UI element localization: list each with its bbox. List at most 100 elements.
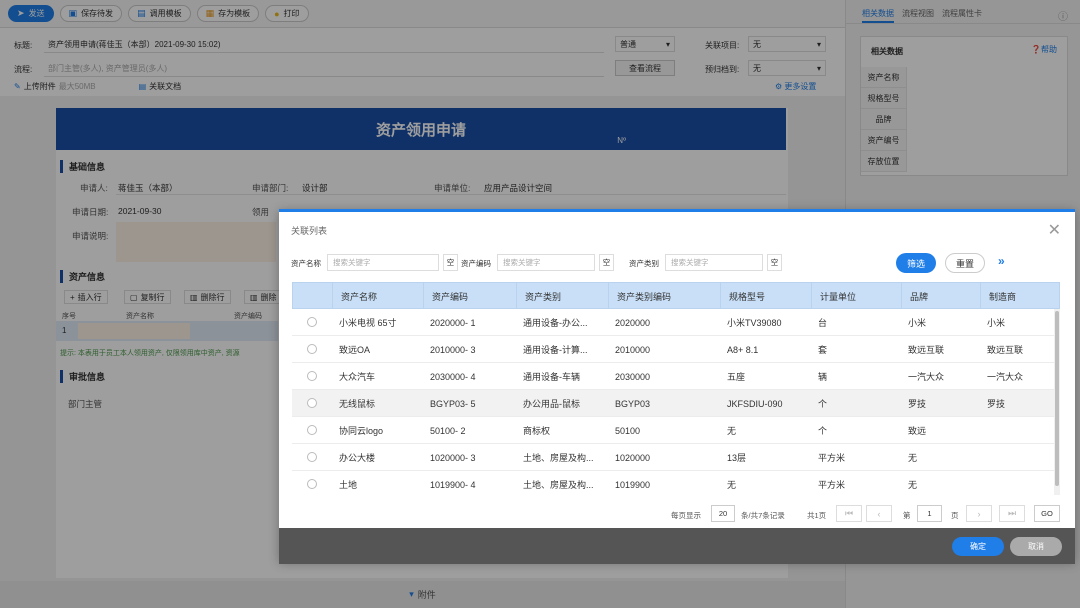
cell-unit: 平方米 [818,480,846,490]
per-page-input[interactable]: 20 [711,505,735,522]
table-row[interactable]: 协同云logo 50100- 2 商标权 50100 无 个 致远 [292,417,1054,444]
total-pages-label: 共1页 [807,511,827,520]
cell-brand: 无 [908,453,918,463]
grid-header: 资产名称 资产编码 资产类别 资产类别编码 规格型号 计量单位 品牌 制造商 [292,282,1060,310]
row-radio[interactable] [307,344,317,354]
filter-asset-code-empty[interactable]: 空 [599,254,614,271]
page-prefix: 第 [903,511,911,520]
cell-asset-code: 1019900- 4 [430,479,476,490]
filter-label-asset-code: 资产编码 [461,259,491,268]
cell-unit: 个 [818,399,828,409]
cell-manufacturer: 小米 [987,318,1006,328]
close-icon[interactable]: ✕ [1048,220,1061,240]
row-radio[interactable] [307,425,317,435]
col-asset-name[interactable]: 资产名称 [332,283,423,310]
scroll-thumb[interactable] [1055,311,1059,486]
cell-unit: 台 [818,318,828,328]
table-row[interactable]: 无线鼠标 BGYP03- 5 办公用品-鼠标 BGYP03 JKFSDIU-090 个 罗技… [292,390,1054,417]
cell-manufacturer: 罗技 [987,399,1006,409]
cell-asset-name: 土地 [339,480,358,490]
row-radio[interactable] [307,452,317,462]
cancel-button[interactable]: 取消 [1010,537,1062,556]
cell-brand: 无 [908,480,918,490]
expand-filters-icon[interactable]: » [998,254,1005,268]
cell-spec: A8+ 8.1 [727,344,759,355]
cell-spec: 无 [727,480,737,490]
cell-asset-code: 2010000- 3 [430,344,476,355]
cell-spec: 13层 [727,453,747,463]
cell-brand: 致远互联 [908,345,945,355]
cell-asset-name: 致远OA [339,345,371,355]
row-radio[interactable] [307,479,317,489]
cell-category-code: 1019900 [615,479,651,490]
filter-label-asset-category: 资产类别 [629,259,659,268]
cell-manufacturer [979,444,1054,471]
filter-asset-name-input[interactable]: 搜索关键字 [327,254,439,271]
dialog-title: 关联列表 [291,226,328,236]
cell-unit: 个 [818,426,828,436]
cell-asset-code: 2030000- 4 [430,371,476,382]
row-radio[interactable] [307,317,317,327]
cell-asset-category: 办公用品-鼠标 [523,399,580,409]
cell-asset-category: 通用设备-办公... [523,318,588,328]
col-spec[interactable]: 规格型号 [720,283,811,310]
filter-label-asset-name: 资产名称 [291,259,321,268]
first-page-icon: ⏮ [844,508,854,518]
cell-asset-code: 1020000- 3 [430,452,476,463]
grid-scrollbar[interactable] [1054,309,1060,495]
dialog-footer: 确定 取消 [279,528,1075,564]
table-row[interactable]: 土地 1019900- 4 土地、房屋及构... 1019900 无 平方米 无 [292,471,1054,495]
col-unit[interactable]: 计量单位 [811,283,901,310]
last-page-button[interactable]: ⏭ [999,505,1025,522]
col-brand[interactable]: 品牌 [901,283,980,310]
col-asset-code[interactable]: 资产编码 [423,283,516,310]
cell-spec: 小米TV39080 [727,318,782,328]
next-page-button[interactable]: › [966,505,992,522]
table-row[interactable]: 大众汽车 2030000- 4 通用设备-车辆 2030000 五座 辆 一汽大众 一汽大众 [292,363,1054,390]
cell-asset-code: BGYP03- 5 [430,398,476,409]
last-page-icon: ⏭ [1007,508,1017,518]
table-row[interactable]: 办公大楼 1020000- 3 土地、房屋及构... 1020000 13层 平方米 无 [292,444,1054,471]
table-row[interactable]: 小米电视 65寸 2020000- 1 通用设备-办公... 2020000 小米TV3… [292,309,1054,336]
cell-asset-name: 协同云logo [339,426,384,436]
asset-grid: 资产名称 资产编码 资产类别 资产类别编码 规格型号 计量单位 品牌 制造商 小… [292,282,1060,495]
cell-asset-category: 通用设备-计算... [523,345,588,355]
row-radio[interactable] [307,398,317,408]
cell-category-code: 2030000 [615,371,651,382]
filter-asset-category-empty[interactable]: 空 [767,254,782,271]
ok-button[interactable]: 确定 [952,537,1004,556]
cell-asset-category: 土地、房屋及构... [523,453,594,463]
filter-button[interactable]: 筛选 [896,253,936,273]
per-page-label: 每页显示 [671,511,701,520]
cell-category-code: 1020000 [615,452,651,463]
cell-asset-name: 无线鼠标 [339,399,376,409]
cell-asset-code: 50100- 2 [430,425,466,436]
filter-asset-code-input[interactable]: 搜索关键字 [497,254,595,271]
cell-manufacturer: 致远互联 [987,345,1024,355]
page-input[interactable]: 1 [917,505,942,522]
cell-asset-category: 通用设备-车辆 [523,372,580,382]
cell-brand: 致远 [908,426,927,436]
col-manufacturer[interactable]: 制造商 [980,283,1060,310]
col-category-code[interactable]: 资产类别编码 [608,283,720,310]
cell-category-code: 2020000 [615,317,651,328]
table-row[interactable]: 致远OA 2010000- 3 通用设备-计算... 2010000 A8+ 8.1 套 致… [292,336,1054,363]
filter-asset-category-input[interactable]: 搜索关键字 [665,254,763,271]
cell-brand: 小米 [908,318,927,328]
row-radio[interactable] [307,371,317,381]
first-page-button[interactable]: ⏮ [836,505,862,522]
cell-manufacturer [979,471,1054,495]
cell-spec: JKFSDIU-090 [727,398,783,409]
cell-category-code: 2010000 [615,344,651,355]
cell-asset-name: 办公大楼 [339,453,376,463]
cell-asset-category: 商标权 [523,426,551,436]
go-button[interactable]: GO [1034,505,1060,522]
chevron-right-icon: › [977,508,981,519]
col-asset-category[interactable]: 资产类别 [516,283,608,310]
reset-button[interactable]: 重置 [945,253,985,273]
cell-asset-name: 小米电视 65寸 [339,318,397,328]
cell-unit: 套 [818,345,828,355]
page-suffix: 页 [951,511,959,520]
prev-page-button[interactable]: ‹ [866,505,892,522]
filter-asset-name-empty[interactable]: 空 [443,254,458,271]
